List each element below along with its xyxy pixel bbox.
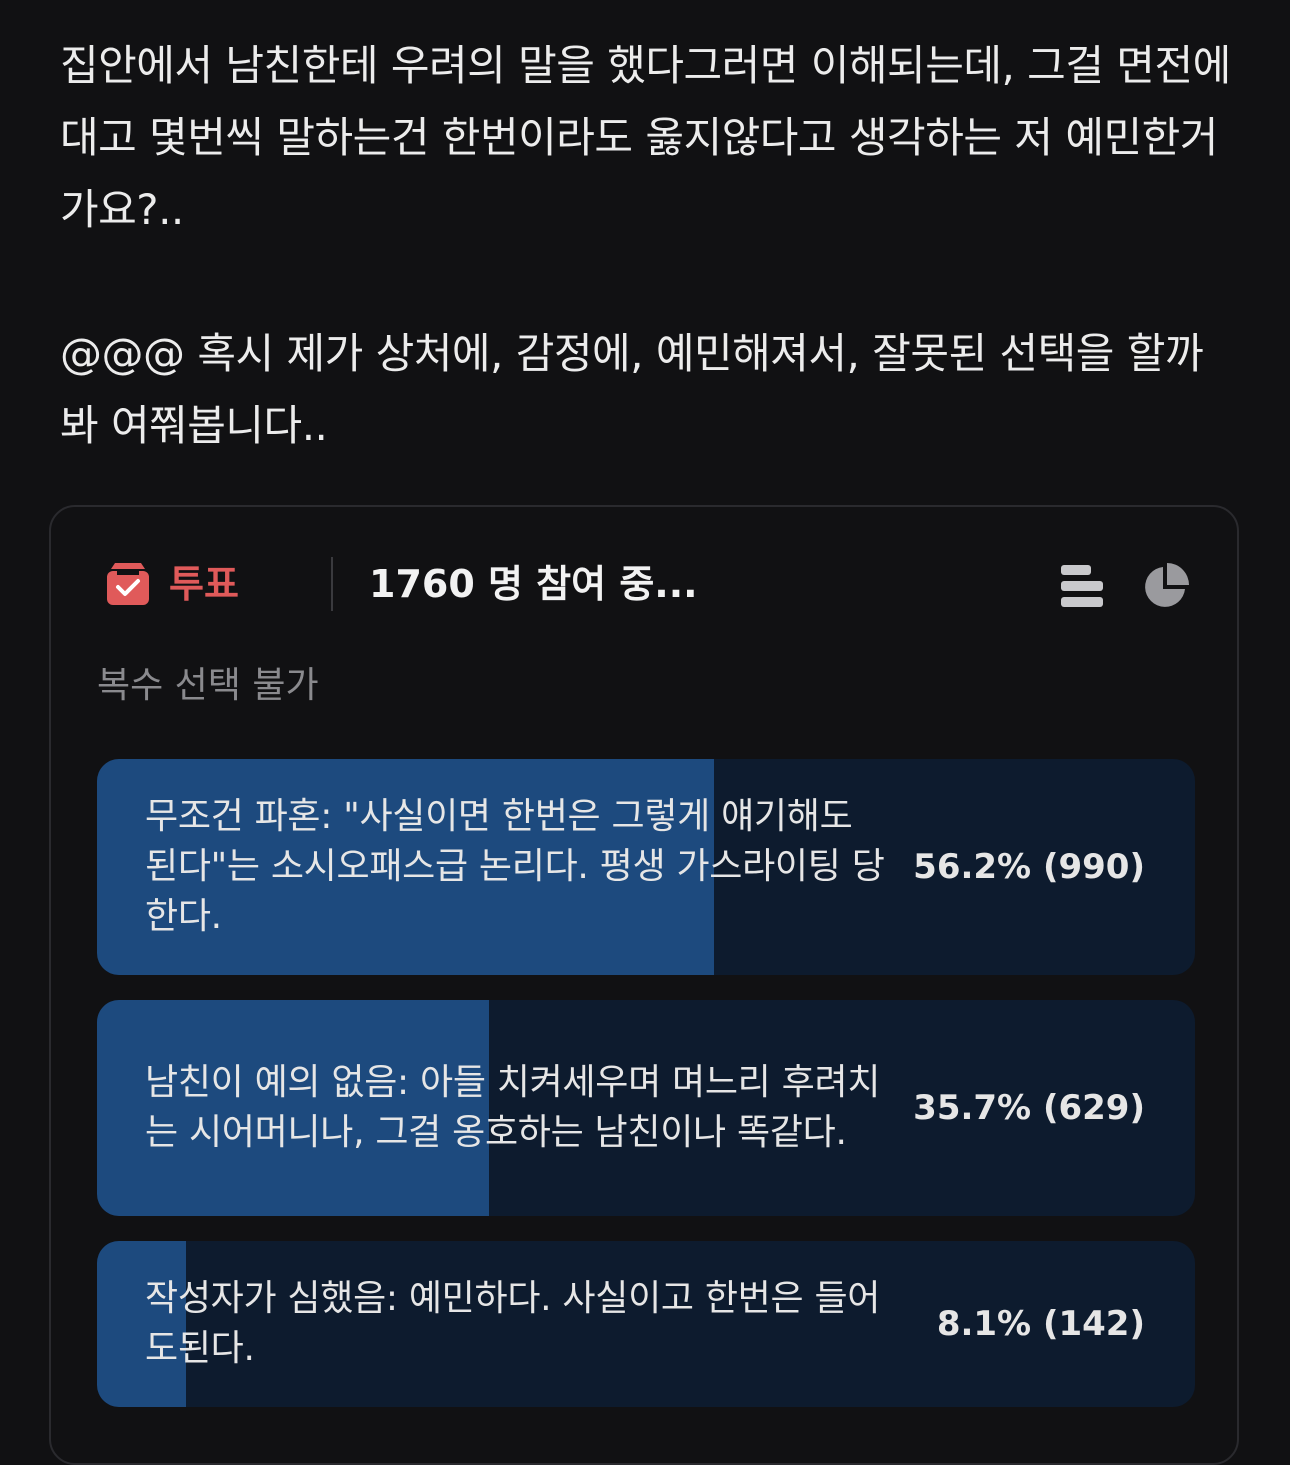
- option-result: 56.2% (990): [913, 847, 1145, 887]
- option-text: 무조건 파혼: "사실이면 한번은 그렇게 얘기해도 된다"는 소시오패스급 논…: [145, 796, 885, 937]
- option-text: 작성자가 심했음: 예민하다. 사실이고 한번은 들어도된다.: [145, 1278, 881, 1369]
- poll-option[interactable]: 무조건 파혼: "사실이면 한번은 그렇게 얘기해도 된다"는 소시오패스급 논…: [97, 759, 1195, 975]
- post-body: 집안에서 남친한테 우려의 말을 했다그러면 이해되는데, 그걸 면전에 대고 …: [60, 30, 1240, 462]
- poll-note: 복수 선택 불가: [97, 665, 319, 706]
- poll-card: 투표 1760 명 참여 중... 복수 선택 불가 무조건 파혼: "사실이면…: [49, 505, 1239, 1465]
- poll-option[interactable]: 작성자가 심했음: 예민하다. 사실이고 한번은 들어도된다. 8.1% (14…: [97, 1241, 1195, 1407]
- post-paragraph: @@@ 혹시 제가 상처에, 감정에, 예민해져서, 잘못된 선택을 할까봐 여…: [60, 329, 1204, 450]
- option-text: 남친이 예의 없음: 아들 치켜세우며 며느리 후려치는 시어머니나, 그걸 옹…: [145, 1062, 881, 1153]
- ballot-box-icon: [107, 563, 149, 605]
- poll-header: 투표 1760 명 참여 중...: [105, 557, 1195, 615]
- pie-chart-icon[interactable]: [1141, 561, 1191, 611]
- poll-options: 무조건 파혼: "사실이면 한번은 그렇게 얘기해도 된다"는 소시오패스급 논…: [97, 759, 1195, 1407]
- option-result: 8.1% (142): [936, 1304, 1145, 1344]
- participant-count: 1760 명 참여 중...: [369, 562, 698, 606]
- header-divider: [331, 557, 333, 611]
- bar-chart-icon[interactable]: [1059, 563, 1105, 609]
- poll-option[interactable]: 남친이 예의 없음: 아들 치켜세우며 며느리 후려치는 시어머니나, 그걸 옹…: [97, 1000, 1195, 1216]
- post-paragraph: 집안에서 남친한테 우려의 말을 했다그러면 이해되는데, 그걸 면전에 대고 …: [60, 41, 1231, 234]
- option-result: 35.7% (629): [913, 1088, 1145, 1128]
- poll-label: 투표: [169, 562, 239, 606]
